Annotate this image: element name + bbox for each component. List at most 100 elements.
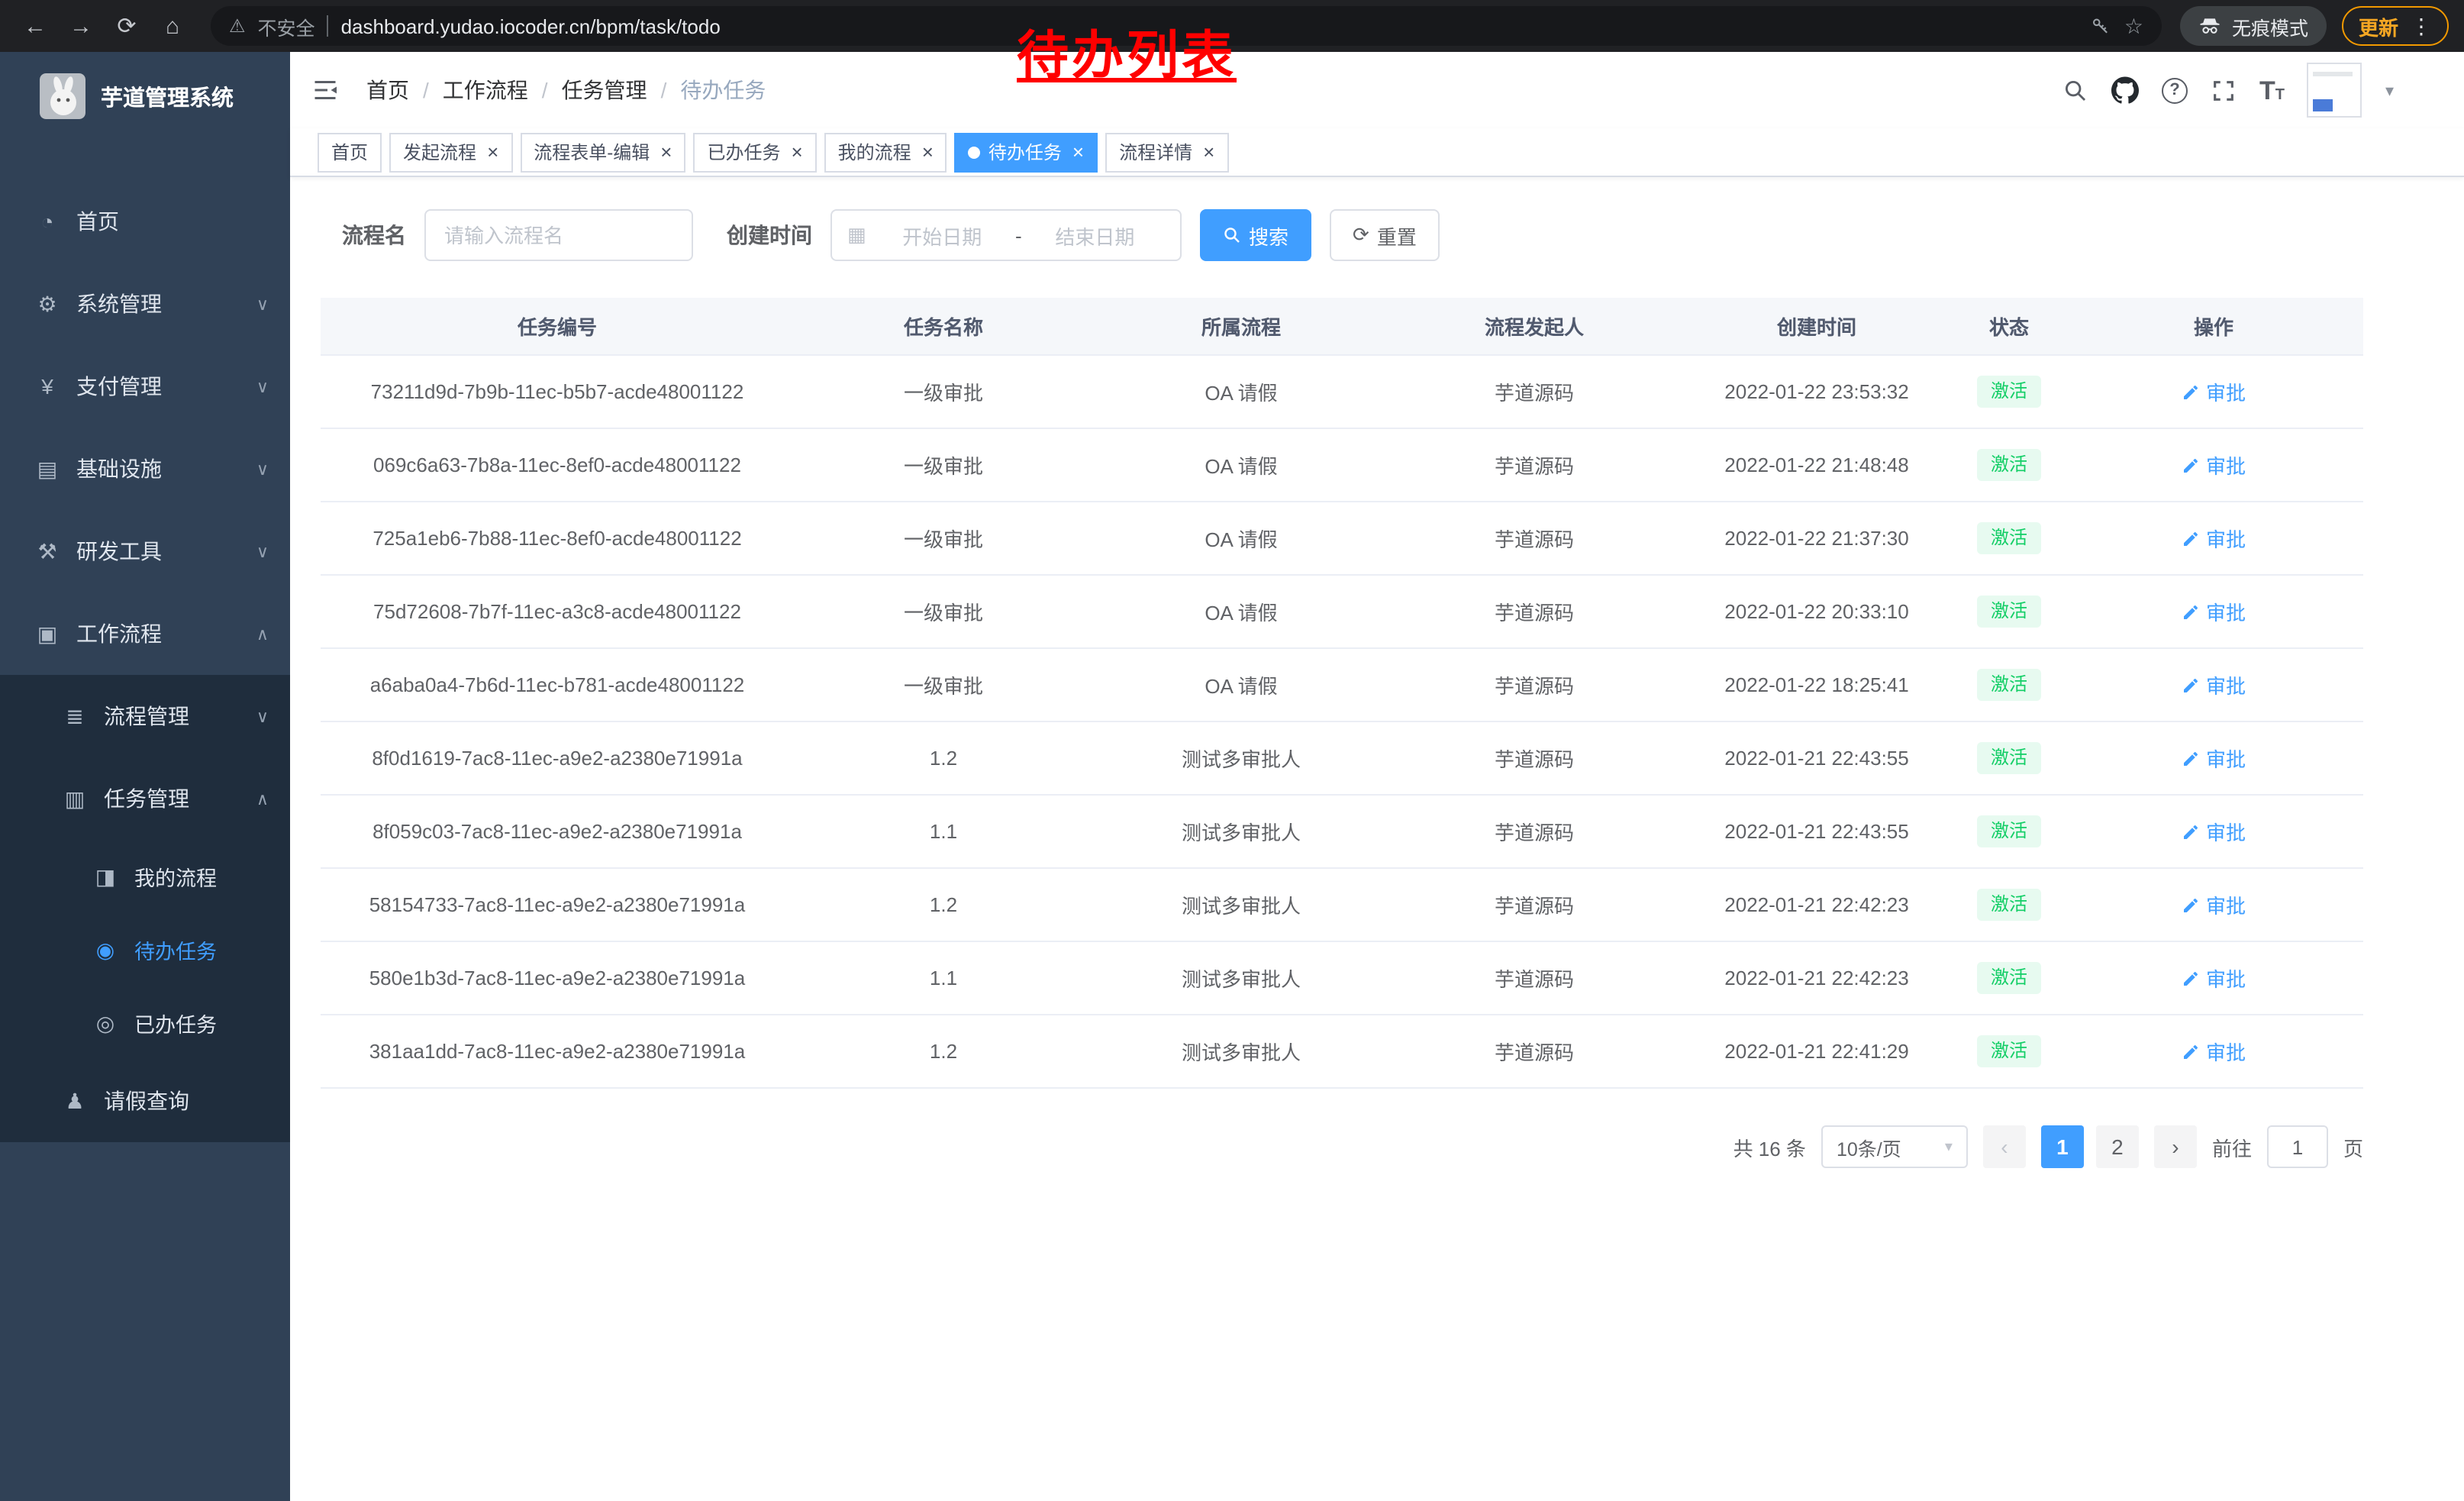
start-date-placeholder[interactable]: 开始日期 [872, 221, 1012, 250]
annotation-overlay: 待办列表 [1017, 14, 1237, 89]
cell-task-id: 58154733-7ac8-11ec-a9e2-a2380e71991a [321, 893, 794, 916]
approve-button[interactable]: 审批 [2182, 1037, 2246, 1066]
reset-button-label: 重置 [1377, 221, 1417, 250]
github-icon[interactable] [2111, 76, 2139, 104]
sidebar-item-done-task[interactable]: ◎已办任务 [0, 986, 290, 1060]
process-name-input[interactable] [424, 209, 693, 261]
breadcrumb-item[interactable]: 任务管理 [562, 75, 647, 105]
sidebar-item-leave-query[interactable]: ♟请假查询 [0, 1060, 290, 1142]
caret-down-icon[interactable]: ▾ [2385, 80, 2394, 100]
reload-button[interactable]: ⟳ [107, 6, 147, 46]
breadcrumb-separator: / [661, 78, 667, 102]
page-button-2[interactable]: 2 [2096, 1125, 2139, 1168]
update-button[interactable]: 更新 ⋮ [2342, 6, 2449, 46]
bookmark-star-icon[interactable]: ☆ [2124, 13, 2143, 39]
status-badge: 激活 [1977, 963, 2041, 994]
page-size-select[interactable]: 10条/页 ▾ [1821, 1125, 1968, 1168]
search-icon[interactable] [2062, 77, 2088, 103]
sidebar-item-devtools[interactable]: ⚒研发工具∨ [0, 510, 290, 592]
approve-button[interactable]: 审批 [2182, 670, 2246, 699]
incognito-icon [2198, 15, 2221, 37]
app-logo[interactable]: 芋道管理系统 [0, 52, 290, 140]
tab-已办任务[interactable]: 已办任务× [693, 132, 816, 172]
sidebar-item-workflow[interactable]: ▣工作流程∧ [0, 592, 290, 675]
close-icon[interactable]: × [919, 142, 934, 162]
sidebar-item-system[interactable]: ⚙系统管理∨ [0, 263, 290, 345]
avatar[interactable] [2308, 63, 2362, 118]
key-icon[interactable] [2091, 15, 2112, 37]
avatar-image-detail [2314, 99, 2333, 111]
end-date-placeholder[interactable]: 结束日期 [1025, 221, 1165, 250]
incognito-label: 无痕模式 [2232, 11, 2308, 40]
tab-首页[interactable]: 首页 [318, 132, 382, 172]
sidebar-item-infra[interactable]: ▤基础设施∨ [0, 428, 290, 510]
payment-icon: ¥ [31, 374, 64, 399]
sidebar-item-task-manage[interactable]: ▥任务管理∧ [0, 757, 290, 840]
status-badge: 激活 [1977, 670, 2041, 701]
fullscreen-icon[interactable] [2211, 77, 2237, 103]
approve-button[interactable]: 审批 [2182, 964, 2246, 993]
sidebar-item-home[interactable]: ◔首页 [0, 180, 290, 263]
leave-icon: ♟ [58, 1088, 92, 1114]
cell-process: 测试多审批人 [1093, 744, 1389, 773]
edit-pencil-icon [2182, 602, 2200, 621]
approve-button[interactable]: 审批 [2182, 524, 2246, 553]
forward-button[interactable]: → [61, 6, 101, 46]
collapse-sidebar-button[interactable] [311, 76, 339, 104]
tab-流程详情[interactable]: 流程详情 × [1105, 132, 1228, 172]
close-icon[interactable]: × [788, 142, 802, 162]
cell-initiator: 芋道源码 [1389, 377, 1679, 406]
breadcrumb-item[interactable]: 首页 [366, 75, 409, 105]
breadcrumb-item[interactable]: 工作流程 [443, 75, 528, 105]
approve-button[interactable]: 审批 [2182, 817, 2246, 846]
sidebar-item-payment[interactable]: ¥支付管理∨ [0, 345, 290, 428]
infra-icon: ▤ [31, 456, 64, 482]
help-icon[interactable]: ? [2162, 77, 2188, 103]
tab-label: 发起流程 [403, 139, 476, 165]
approve-button[interactable]: 审批 [2182, 450, 2246, 479]
goto-page-input[interactable] [2267, 1125, 2328, 1168]
close-icon[interactable]: × [657, 142, 672, 162]
chevron-down-icon: ∨ [256, 541, 269, 561]
table-row: 381aa1dd-7ac8-11ec-a9e2-a2380e71991a 1.2… [321, 1015, 2363, 1089]
cell-task-name: 1.2 [794, 893, 1093, 916]
next-page-button[interactable]: › [2154, 1125, 2197, 1168]
cell-process: OA 请假 [1093, 670, 1389, 699]
sidebar-item-label: 任务管理 [104, 783, 256, 814]
more-menu-icon[interactable]: ⋮ [2411, 13, 2432, 39]
prev-page-button[interactable]: ‹ [1983, 1125, 2026, 1168]
close-icon[interactable]: × [1200, 142, 1214, 162]
cell-task-id: 725a1eb6-7b88-11ec-8ef0-acde48001122 [321, 527, 794, 550]
cell-initiator: 芋道源码 [1389, 450, 1679, 479]
column-header: 任务编号 [321, 311, 794, 341]
home-button[interactable]: ⌂ [153, 6, 192, 46]
approve-button[interactable]: 审批 [2182, 744, 2246, 773]
breadcrumb: 首页/工作流程/任务管理/待办任务 [366, 75, 766, 105]
cell-initiator: 芋道源码 [1389, 670, 1679, 699]
tab-流程表单-编辑[interactable]: 流程表单-编辑× [520, 132, 685, 172]
approve-button[interactable]: 审批 [2182, 377, 2246, 406]
sidebar-item-my-process[interactable]: ◨我的流程 [0, 840, 290, 913]
font-size-icon[interactable]: TT [2259, 77, 2285, 103]
tab-label: 流程详情 [1119, 139, 1192, 165]
edit-pencil-icon [2182, 456, 2200, 474]
close-icon[interactable]: × [1069, 142, 1084, 162]
close-icon[interactable]: × [484, 142, 498, 162]
approve-button[interactable]: 审批 [2182, 890, 2246, 919]
tab-我的流程[interactable]: 我的流程× [824, 132, 947, 172]
tab-待办任务[interactable]: 待办任务× [955, 132, 1098, 172]
sidebar-item-process-manage[interactable]: ≣流程管理∨ [0, 675, 290, 757]
cell-task-name: 一级审批 [794, 670, 1093, 699]
tab-发起流程[interactable]: 发起流程 × [389, 132, 512, 172]
back-button[interactable]: ← [15, 6, 55, 46]
search-button[interactable]: 搜索 [1200, 209, 1311, 261]
sidebar-item-todo-task[interactable]: ◉待办任务 [0, 913, 290, 986]
page-button-1[interactable]: 1 [2041, 1125, 2084, 1168]
date-range-picker[interactable]: ▦ 开始日期 - 结束日期 [830, 209, 1182, 261]
reset-button[interactable]: ⟳ 重置 [1330, 209, 1440, 261]
approve-button[interactable]: 审批 [2182, 597, 2246, 626]
table-row: 75d72608-7b7f-11ec-a3c8-acde48001122 一级审… [321, 576, 2363, 649]
logo-image [40, 73, 85, 119]
cell-created-time: 2022-01-22 23:53:32 [1679, 380, 1954, 403]
cell-process: OA 请假 [1093, 450, 1389, 479]
